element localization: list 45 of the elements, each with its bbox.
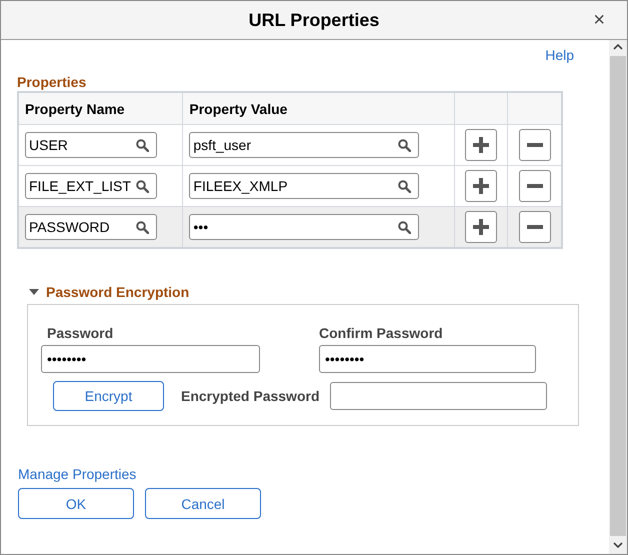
scroll-up-icon <box>613 44 623 50</box>
dialog-button[interactable]: OK <box>18 488 134 519</box>
lookup-field[interactable]: ••• <box>189 214 420 240</box>
delete-row-button[interactable] <box>518 129 551 161</box>
search-icon <box>398 138 412 152</box>
minus-icon <box>526 225 543 229</box>
minus-icon <box>526 184 543 188</box>
caret-icon <box>29 289 39 295</box>
search-icon <box>398 180 412 192</box>
field-label: Encrypted Password <box>181 388 320 404</box>
window-title: URL Properties <box>248 10 380 30</box>
section-toggle[interactable]: Password Encryption <box>29 284 593 300</box>
add-row-button[interactable] <box>464 211 497 243</box>
column-header: Property Value <box>182 92 454 124</box>
password-field[interactable]: •••••••• <box>319 345 536 373</box>
delete-row-button[interactable] <box>518 211 551 243</box>
encrypt-button[interactable]: Encrypt <box>53 381 164 411</box>
add-row-button[interactable] <box>464 129 497 161</box>
field-label: Confirm Password <box>319 325 444 341</box>
close-button[interactable]: × <box>589 9 609 32</box>
password-field[interactable]: •••••••• <box>41 345 260 373</box>
search-icon <box>136 180 149 192</box>
add-row-button[interactable] <box>464 170 497 202</box>
lookup-field[interactable]: FILEEX_XMLP <box>189 173 420 199</box>
plus-icon <box>472 137 489 153</box>
search-icon <box>136 220 149 234</box>
plus-icon <box>472 178 489 194</box>
scroll-down-icon <box>613 542 623 548</box>
manage-properties-link[interactable]: Manage Properties <box>18 466 136 482</box>
column-header: Property Name <box>18 92 183 124</box>
field-label: Password <box>46 325 114 341</box>
lookup-field[interactable]: PASSWORD <box>25 214 157 240</box>
delete-row-button[interactable] <box>518 170 551 202</box>
lookup-field[interactable]: FILE_EXT_LIST <box>25 173 157 199</box>
plus-icon <box>472 219 489 235</box>
search-icon <box>136 138 149 152</box>
section-heading: Properties <box>17 74 88 90</box>
lookup-field[interactable]: psft_user <box>189 132 420 158</box>
input-field[interactable] <box>330 382 546 410</box>
lookup-field[interactable]: USER <box>25 132 157 158</box>
help-link[interactable]: Help <box>545 47 574 69</box>
search-icon <box>398 220 412 234</box>
dialog-button[interactable]: Cancel <box>145 488 261 519</box>
minus-icon <box>526 143 543 147</box>
scrollbar[interactable] <box>609 40 627 554</box>
